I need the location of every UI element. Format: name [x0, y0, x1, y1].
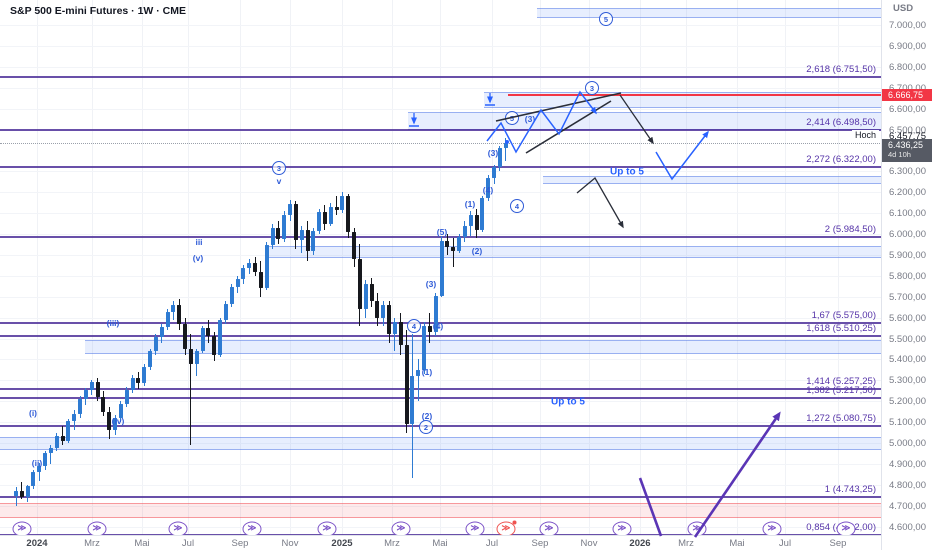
price-axis-label: 5.800,00 [889, 270, 926, 282]
currency-label: USD [893, 3, 914, 14]
price-axis-label: 5.900,00 [889, 249, 926, 261]
price-axis-label: 5.500,00 [889, 333, 926, 345]
time-axis-label: Mrz [678, 538, 694, 549]
price-axis-label: 5.700,00 [889, 291, 926, 303]
bar-countdown: 4d 10h [888, 150, 911, 160]
price-axis-label: 5.200,00 [889, 396, 926, 408]
red-price-tag: 6.666,75 [882, 88, 932, 101]
price-axis-label: 6.000,00 [889, 229, 926, 240]
time-axis-label: Mai [432, 538, 448, 549]
price-axis-label: 7.000,00 [889, 20, 926, 31]
price-axis-label: 6.900,00 [889, 40, 926, 52]
time-axis-label: Nov [281, 538, 299, 549]
chart-canvas[interactable]: 2,618 (6.751,50) 2,414 (6.498,50) 2,272 (6… [0, 0, 932, 550]
time-axis-label: 2024 [26, 538, 48, 549]
time-axis-label: Sep [531, 538, 549, 549]
price-axis-label: 6.100,00 [889, 208, 926, 220]
price-axis-label: 6.600,00 [889, 103, 926, 115]
price-axis-label: 6.200,00 [889, 187, 926, 199]
price-axis-label: 5.100,00 [889, 417, 926, 429]
price-axis-label: 4.900,00 [889, 458, 926, 470]
price-axis-label: 4.700,00 [889, 500, 926, 512]
time-axis-label: Jul [181, 538, 195, 549]
time-axis-label: Mrz [84, 538, 100, 549]
time-axis-label: Mai [134, 538, 150, 549]
price-axis-label: 4.600,00 [889, 521, 926, 533]
price-axis-label: 5.400,00 [889, 354, 926, 366]
last-price-tag: 6.436,25 4d 10h [882, 138, 932, 162]
price-axis-label: 4.800,00 [889, 479, 926, 491]
price-axis-label: 5.600,00 [889, 312, 926, 324]
time-axis-label: Mai [729, 538, 745, 549]
time-axis-label: Sep [829, 538, 847, 549]
time-axis-label: 2026 [629, 538, 651, 549]
time-axis-label: Sep [231, 538, 249, 549]
price-axis-label: 5.300,00 [889, 375, 926, 387]
time-axis-label: Jul [778, 538, 792, 549]
price-axis-label: 5.000,00 [889, 438, 926, 449]
last-price-value: 6.436,25 [888, 139, 924, 150]
time-axis-label: Jul [485, 538, 499, 549]
alert-dot [512, 520, 517, 525]
high-label: Hoch [851, 130, 879, 140]
price-axis[interactable]: USD 7.000,006.900,006.800,006.700,006.60… [881, 0, 932, 550]
time-axis[interactable]: 2024 Mrz Mai Jul Sep Nov 2025 Mrz Mai Jul Sep Nov 20… [0, 535, 932, 550]
time-axis-label: Nov [580, 538, 598, 549]
price-axis-label: 6.800,00 [889, 61, 926, 73]
time-axis-label: Mrz [384, 538, 400, 549]
price-axis-label: 6.300,00 [889, 166, 926, 178]
event-markers-layer: ≫ ≫ ≫ ≫ ≫ ≫ ≫ ≫ ≫ ≫ ≫ ≫ ≫ [0, 0, 932, 550]
time-axis-label: 2025 [331, 538, 353, 549]
symbol-title[interactable]: S&P 500 E-mini Futures · 1W · CME [10, 5, 186, 17]
